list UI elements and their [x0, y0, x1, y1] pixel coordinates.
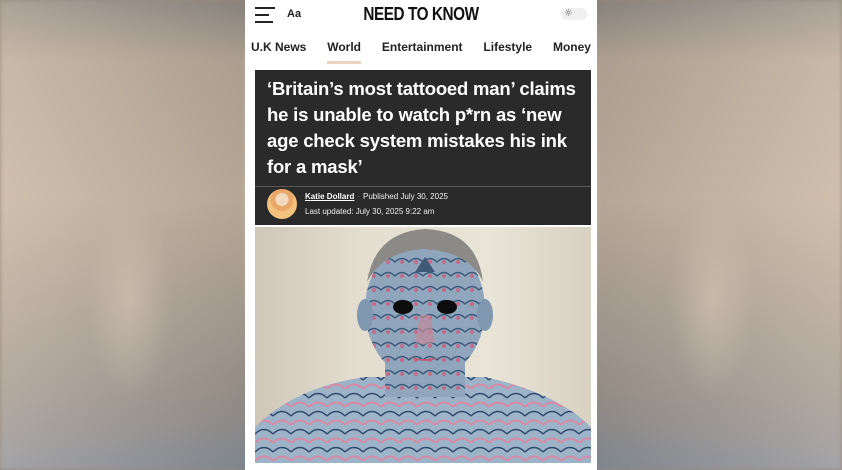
author-avatar[interactable] — [267, 189, 297, 219]
article: ‘Britain’s most tattooed man’ claims he … — [255, 70, 591, 463]
author-name-link[interactable]: Katie Dollard — [305, 192, 354, 201]
tattooed-man-photo — [255, 229, 591, 463]
headline-box: ‘Britain’s most tattooed man’ claims he … — [255, 70, 591, 186]
nav-item-lifestyle[interactable]: Lifestyle — [483, 38, 532, 64]
category-nav: U.K News World Entertainment Lifestyle M… — [245, 38, 597, 64]
separator-dot: · — [357, 192, 361, 201]
site-title[interactable]: NEED TO KNOW — [271, 4, 570, 25]
theme-toggle[interactable]: ☼ — [561, 8, 587, 20]
backdrop-right — [597, 0, 842, 470]
article-photo — [255, 227, 591, 463]
last-updated: Last updated: July 30, 2025 9:22 am — [305, 207, 435, 216]
nav-item-entertainment[interactable]: Entertainment — [382, 38, 463, 64]
published-date: Published July 30, 2025 — [363, 192, 448, 201]
nav-item-world[interactable]: World — [327, 38, 361, 64]
article-page: Aa NEED TO KNOW ☼ U.K News World Enterta… — [245, 0, 597, 470]
article-headline: ‘Britain’s most tattooed man’ claims he … — [267, 78, 576, 177]
sun-icon: ☼ — [564, 8, 573, 19]
top-bar: Aa NEED TO KNOW ☼ — [245, 0, 597, 32]
nav-item-uk-news[interactable]: U.K News — [251, 38, 306, 64]
byline: Katie Dollard · Published July 30, 2025 La… — [255, 186, 591, 225]
nav-item-money[interactable]: Money — [553, 38, 591, 64]
backdrop-left — [0, 0, 245, 470]
author-line: Katie Dollard · Published July 30, 2025 — [305, 192, 448, 201]
